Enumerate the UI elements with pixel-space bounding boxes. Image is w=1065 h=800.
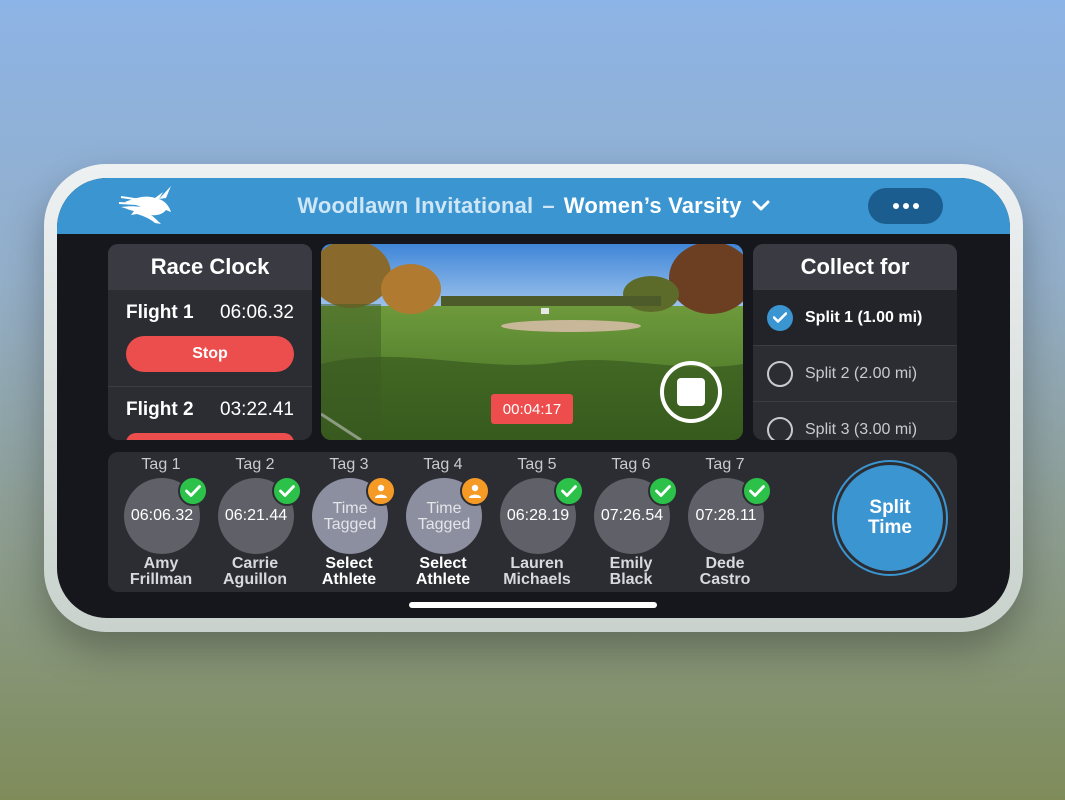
split-option-3[interactable]: Split 3 (3.00 mi)	[753, 402, 957, 440]
user-icon	[366, 476, 396, 506]
race-clock-panel: Race Clock Flight 1 06:06.32 Stop Flight…	[108, 244, 312, 440]
user-icon	[460, 476, 490, 506]
athlete-name: Lauren Michaels	[503, 555, 571, 588]
flight-name: Flight 2	[126, 399, 194, 420]
athlete-name: Dede Castro	[699, 555, 751, 588]
radio-checked-icon	[767, 304, 793, 331]
check-icon	[554, 476, 584, 506]
recording-timer: 00:04:17	[491, 394, 573, 424]
flight-time: 03:22.41	[220, 399, 294, 420]
event-name: Woodlawn Invitational	[297, 193, 534, 218]
check-icon	[742, 476, 772, 506]
radio-unchecked-icon	[767, 416, 793, 440]
flight-2: Flight 2 03:22.41	[108, 387, 312, 440]
more-dot-icon	[892, 203, 899, 209]
tag-label: Tag 2	[235, 456, 275, 473]
split-option-1[interactable]: Split 1 (1.00 mi)	[753, 290, 957, 346]
split-label: Split 2 (2.00 mi)	[805, 364, 918, 382]
flight-1: Flight 1 06:06.32 Stop	[108, 290, 312, 387]
tag-label: Tag 3	[329, 456, 369, 473]
select-athlete-link[interactable]: Select Athlete	[302, 556, 396, 588]
athlete-name: Carrie Aguillon	[223, 555, 287, 588]
check-icon	[272, 476, 302, 506]
collect-for-title: Collect for	[753, 244, 957, 290]
more-dot-icon	[912, 203, 919, 209]
athlete-name: Emily Black	[609, 555, 653, 588]
split-time-button[interactable]: Split Time	[834, 462, 946, 574]
stop-recording-button[interactable]	[659, 360, 723, 424]
collect-for-panel: Collect for Split 1 (1.00 mi) Split 2 (2…	[753, 244, 957, 440]
tag-item[interactable]: Tag 3 Time Tagged Select Athlete	[302, 452, 396, 592]
tag-label: Tag 1	[141, 456, 181, 473]
tag-label: Tag 4	[423, 456, 463, 473]
tags-panel: Tag 1 06:06.32 Amy Frillman Tag 2 06:21.4…	[108, 452, 957, 592]
check-icon	[648, 476, 678, 506]
more-options-button[interactable]	[868, 188, 943, 224]
home-indicator[interactable]	[409, 602, 657, 608]
tag-item[interactable]: Tag 2 06:21.44 Carrie Aguillon	[208, 452, 302, 592]
radio-unchecked-icon	[767, 360, 793, 387]
tag-label: Tag 5	[517, 456, 557, 473]
title-separator: –	[542, 193, 555, 218]
race-name: Women’s Varsity	[563, 193, 742, 218]
flight-time: 06:06.32	[220, 302, 294, 323]
athlete-name: Amy Frillman	[129, 555, 193, 588]
split-option-2[interactable]: Split 2 (2.00 mi)	[753, 346, 957, 402]
split-label: Split 3 (3.00 mi)	[805, 420, 918, 438]
more-dot-icon	[902, 203, 909, 209]
tag-item[interactable]: Tag 1 06:06.32 Amy Frillman	[114, 452, 208, 592]
tag-item[interactable]: Tag 5 06:28.19 Lauren Michaels	[490, 452, 584, 592]
tag-item[interactable]: Tag 7 07:28.11 Dede Castro	[678, 452, 772, 592]
race-clock-title: Race Clock	[108, 244, 312, 290]
camera-preview: 00:04:17	[321, 244, 743, 440]
phone-frame: Woodlawn Invitational – Women’s Varsity …	[44, 164, 1023, 632]
tag-item[interactable]: Tag 4 Time Tagged Select Athlete	[396, 452, 490, 592]
app-header: Woodlawn Invitational – Women’s Varsity	[57, 178, 1010, 234]
check-icon	[178, 476, 208, 506]
app-screen: Woodlawn Invitational – Women’s Varsity …	[57, 178, 1010, 618]
select-athlete-link[interactable]: Select Athlete	[396, 556, 490, 588]
split-label: Split 1 (1.00 mi)	[805, 308, 923, 326]
chevron-down-icon	[752, 200, 770, 211]
stop-flight-2-button[interactable]	[126, 433, 294, 440]
tag-label: Tag 7	[705, 456, 745, 473]
tag-item[interactable]: Tag 6 07:26.54 Emily Black	[584, 452, 678, 592]
tag-label: Tag 6	[611, 456, 651, 473]
stop-flight-1-button[interactable]: Stop	[126, 336, 294, 372]
flight-name: Flight 1	[126, 302, 194, 323]
